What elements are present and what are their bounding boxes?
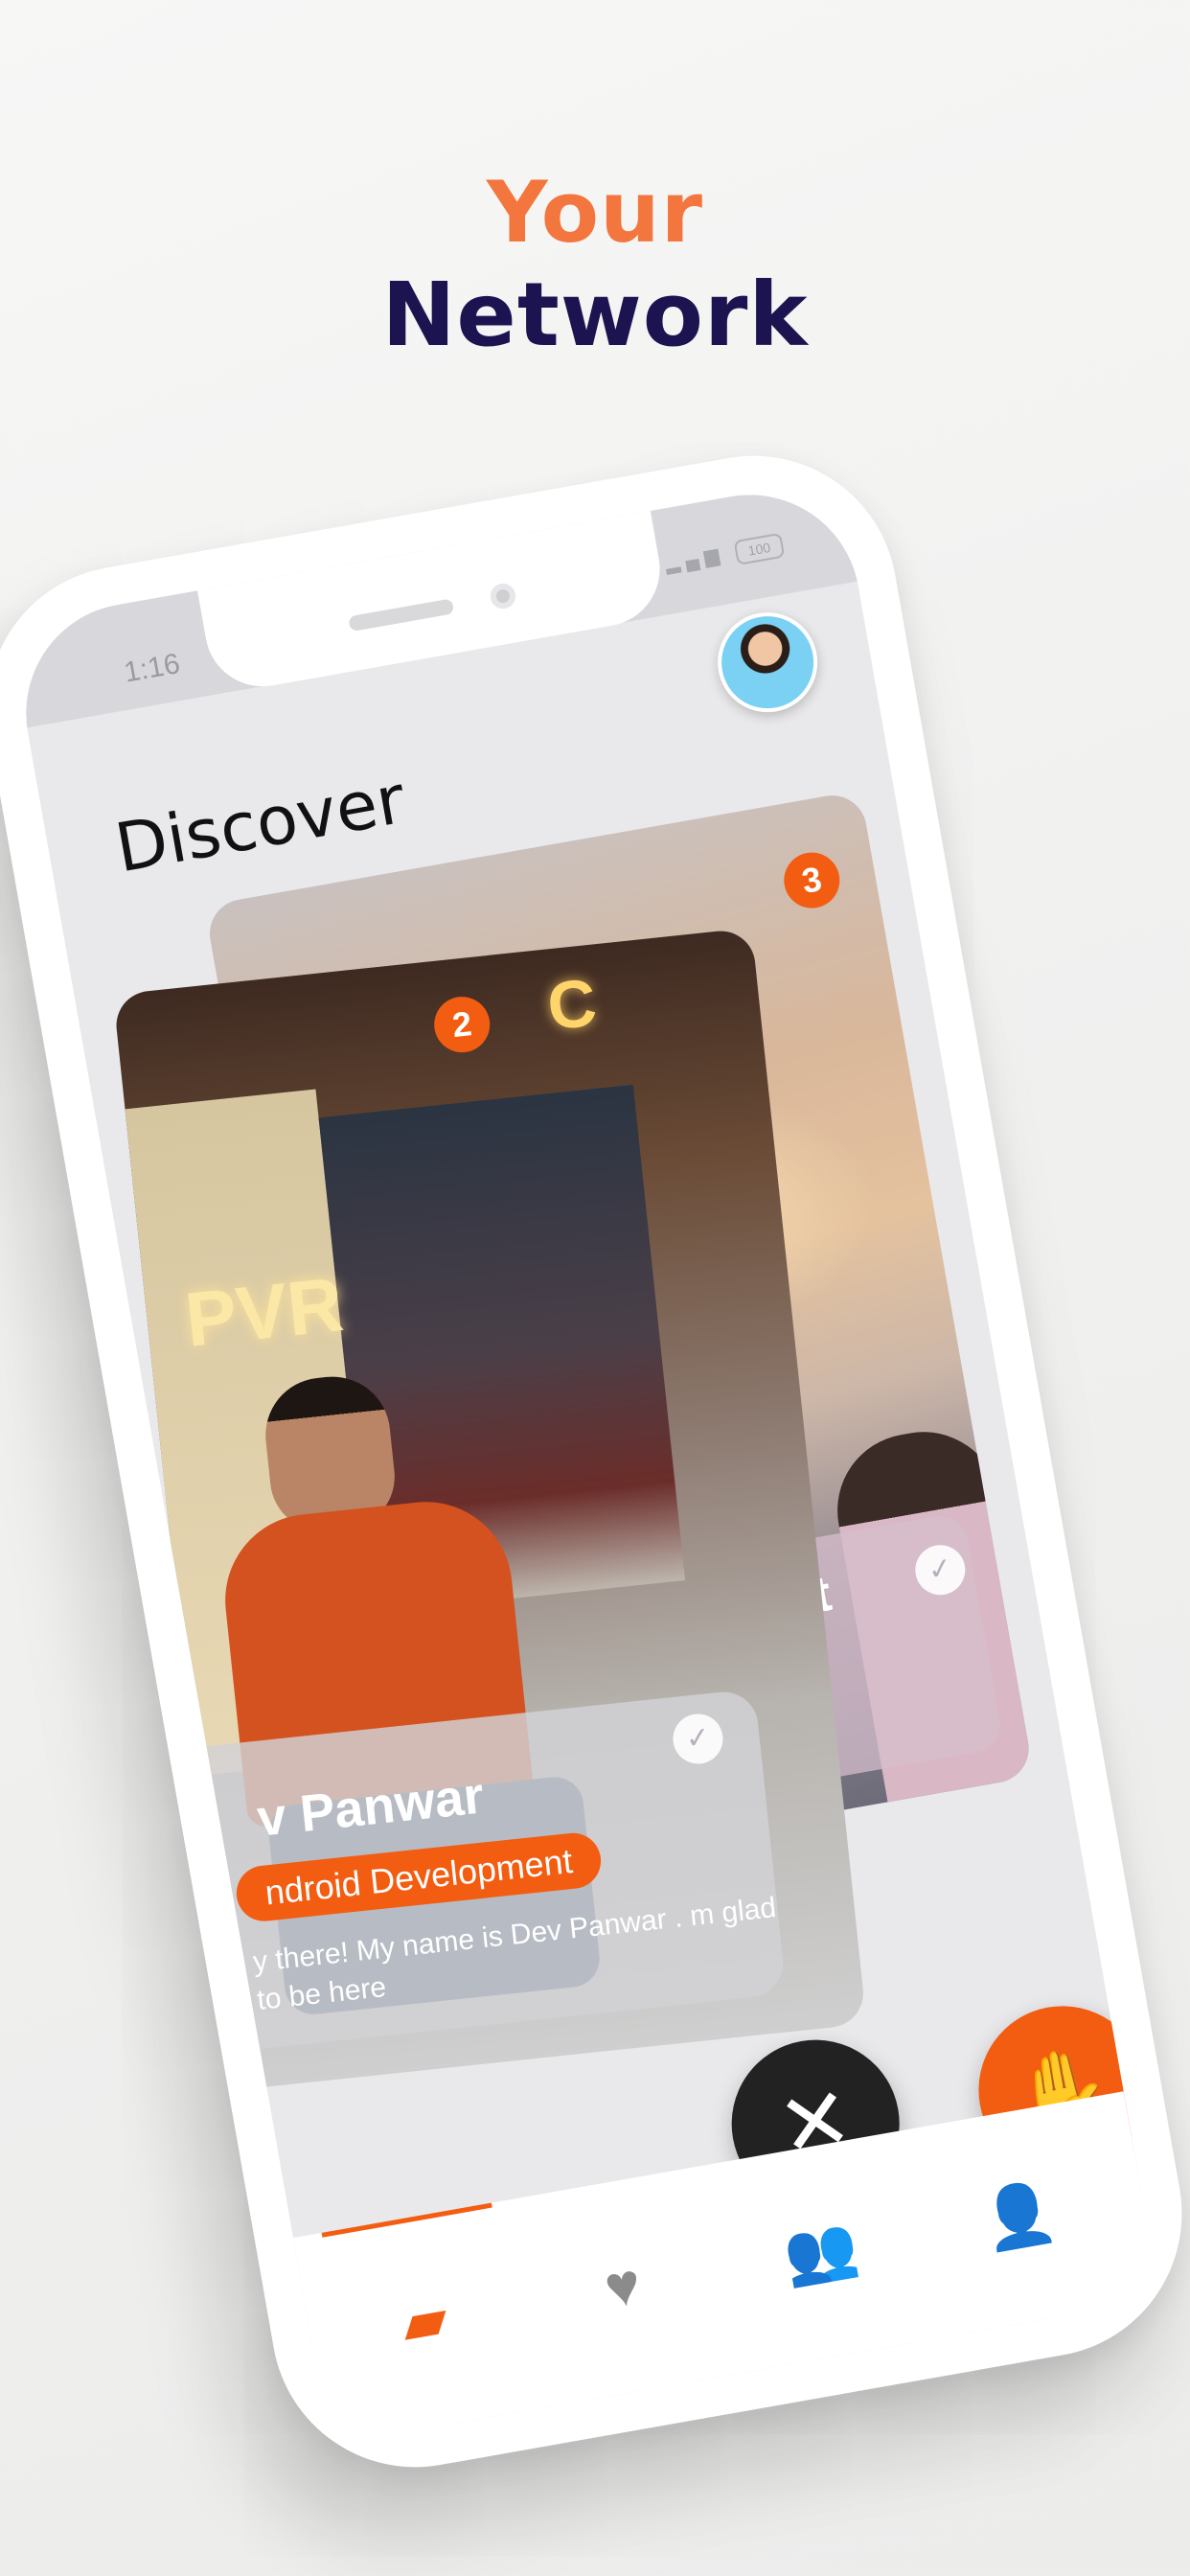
page-title: Discover xyxy=(109,759,411,888)
battery-icon: 100 xyxy=(733,532,786,565)
speaker xyxy=(348,598,455,632)
avatar[interactable] xyxy=(709,604,826,721)
people-icon: 👥 xyxy=(778,2212,863,2290)
headline-line1: Your xyxy=(486,163,704,262)
card-number-badge: 3 xyxy=(779,847,844,913)
tab-discover[interactable]: ▰ xyxy=(345,2257,505,2385)
tab-connections[interactable]: 👥 xyxy=(742,2187,902,2315)
front-camera xyxy=(488,581,517,611)
heart-icon: ♥ xyxy=(599,2250,647,2322)
card-number-badge: 2 xyxy=(431,994,493,1056)
neon-sign-top-graphic: C xyxy=(543,964,601,1045)
active-tab-indicator xyxy=(321,2202,492,2238)
person-icon: 👤 xyxy=(976,2177,1062,2256)
status-time: 1:16 xyxy=(121,647,183,689)
app-screen: 1:16 ▴▴ ▾▴ ▂▄▆ 100 Discover nt ✓ 3 PVR C xyxy=(9,477,1160,2446)
phone-mockup: 1:16 ▴▴ ▾▴ ▂▄▆ 100 Discover nt ✓ 3 PVR C xyxy=(0,432,1190,2491)
neon-sign-graphic: PVR xyxy=(181,1261,348,1363)
cards-icon: ▰ xyxy=(396,2284,453,2358)
tab-likes[interactable]: ♥ xyxy=(543,2222,703,2351)
headline-line2: Network xyxy=(381,264,809,366)
tab-profile[interactable]: 👤 xyxy=(939,2152,1099,2281)
